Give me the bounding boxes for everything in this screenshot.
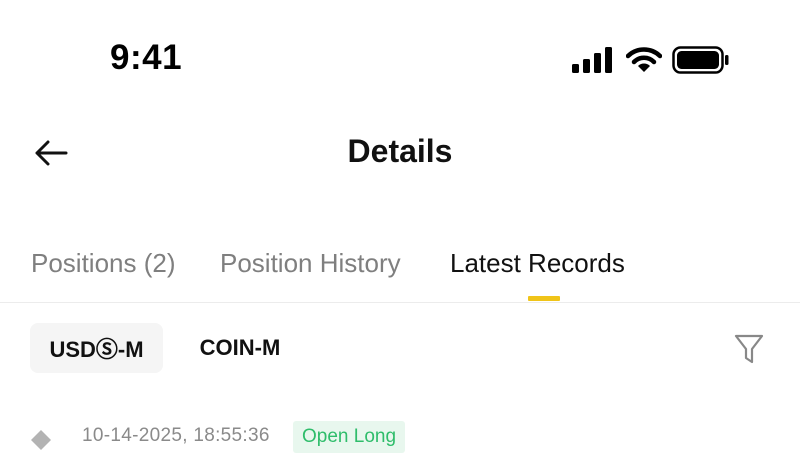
- active-tab-indicator: [528, 296, 560, 301]
- filter-button[interactable]: [728, 329, 770, 369]
- status-bar: 9:41: [0, 0, 800, 100]
- record-action-badge: Open Long: [293, 421, 406, 453]
- tab-latest-records[interactable]: Latest Records: [450, 248, 625, 279]
- record-item[interactable]: 10-14-2025, 18:55:36 Open Long: [0, 420, 800, 456]
- record-timestamp: 10-14-2025, 18:55:36: [82, 425, 270, 446]
- wifi-icon: [626, 47, 662, 72]
- battery-icon: [672, 46, 729, 74]
- status-time: 9:41: [110, 38, 183, 77]
- tab-bar: Positions (2) Position History Latest Re…: [0, 232, 800, 303]
- segment-usds-m[interactable]: USDⓈ-M: [30, 323, 163, 373]
- cellular-signal-icon: [572, 47, 612, 73]
- page-title: Details: [347, 133, 453, 169]
- status-icons: [572, 45, 730, 75]
- tab-position-history[interactable]: Position History: [220, 248, 401, 279]
- segment-coin-m[interactable]: COIN-M: [180, 323, 300, 373]
- navigation-bar: Details: [0, 112, 800, 192]
- diamond-icon: [31, 430, 51, 450]
- tab-positions[interactable]: Positions (2): [31, 248, 176, 279]
- contract-type-selector: USDⓈ-M COIN-M: [0, 323, 800, 373]
- funnel-filter-icon: [734, 334, 764, 364]
